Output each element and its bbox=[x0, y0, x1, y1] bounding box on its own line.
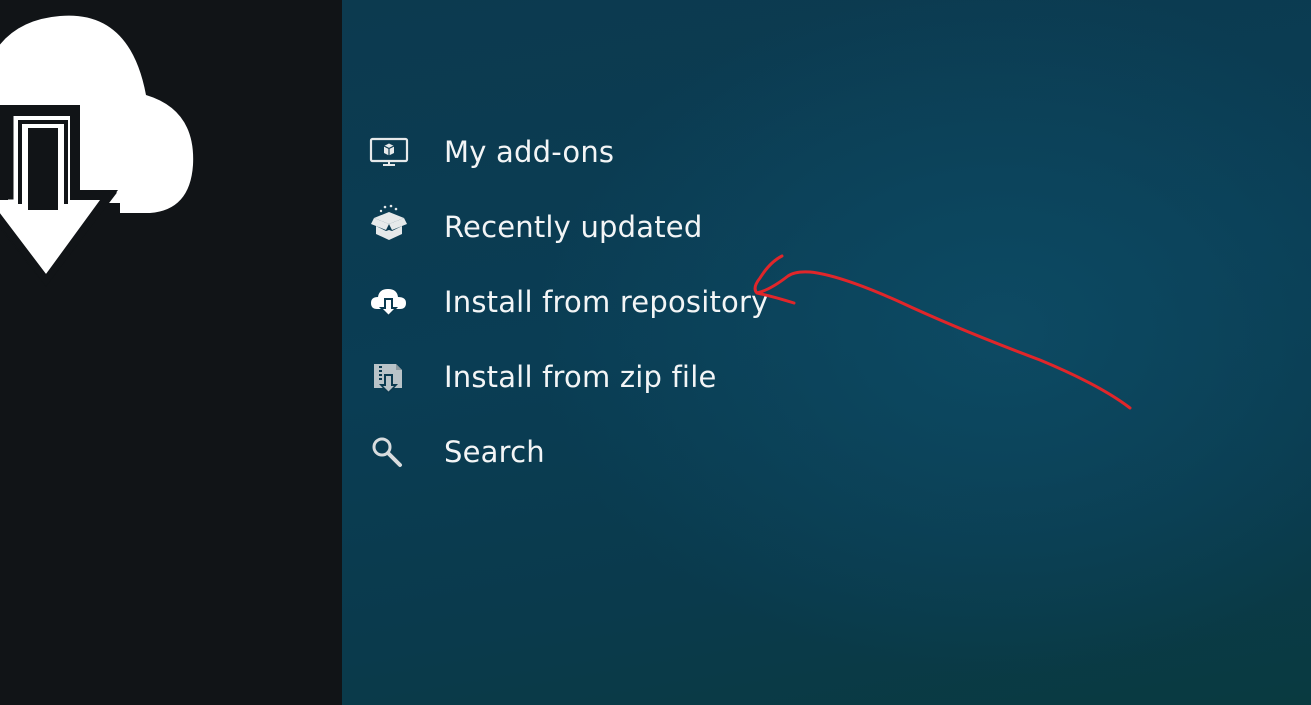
menu-item-label: My add-ons bbox=[444, 135, 615, 169]
menu-item-label: Install from repository bbox=[444, 285, 769, 319]
menu-item-install-from-zip[interactable]: Install from zip file bbox=[342, 340, 762, 415]
sidebar-panel bbox=[0, 0, 342, 705]
menu-item-search[interactable]: Search bbox=[342, 415, 762, 490]
cloud-download-icon bbox=[0, 15, 194, 287]
menu-item-label: Recently updated bbox=[444, 210, 703, 244]
zip-download-icon bbox=[369, 360, 409, 394]
open-box-icon bbox=[369, 204, 409, 244]
menu-item-my-addons[interactable]: My add-ons bbox=[342, 115, 762, 190]
menu-item-label: Install from zip file bbox=[444, 360, 717, 394]
monitor-box-icon bbox=[369, 135, 409, 169]
cloud-download-icon bbox=[369, 285, 409, 319]
kodi-addons-screen: My add-ons Recently updated Install from… bbox=[0, 0, 1311, 705]
addon-menu-list: My add-ons Recently updated Install from… bbox=[342, 115, 768, 490]
magnifier-icon bbox=[369, 435, 409, 469]
menu-item-recently-updated[interactable]: Recently updated bbox=[342, 190, 762, 265]
menu-item-install-from-repository[interactable]: Install from repository bbox=[342, 265, 768, 340]
menu-item-label: Search bbox=[444, 435, 545, 469]
